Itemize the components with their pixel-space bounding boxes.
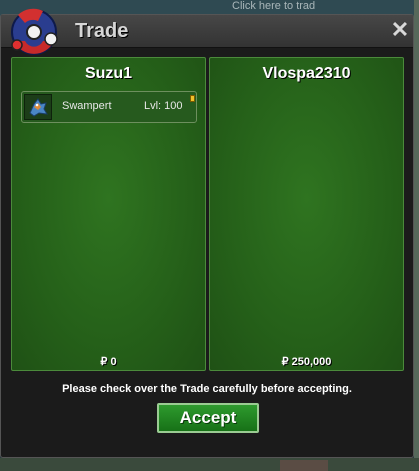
close-button[interactable]: ✕	[389, 18, 411, 42]
background-hint-text: Click here to trad	[232, 0, 316, 12]
swampert-sprite-icon	[24, 94, 52, 120]
trade-window: Trade ✕ Suzu1 Swampert Lvl: 100 ₽ 0 Vlos…	[0, 8, 414, 458]
player-name-left: Suzu1	[84, 65, 133, 82]
your-offer-panel: Suzu1 Swampert Lvl: 100 ₽ 0	[11, 57, 206, 371]
money-left: ₽ 0	[100, 356, 117, 368]
partner-offer-panel: Vlospa2310 ₽ 250,000	[209, 57, 404, 371]
pokemon-name: Swampert	[62, 100, 112, 112]
trade-notice: Please check over the Trade carefully be…	[62, 383, 352, 395]
background-right-edge	[414, 0, 419, 471]
held-item-icon	[190, 95, 195, 102]
background-tile	[280, 460, 328, 471]
money-right: ₽ 250,000	[281, 356, 332, 368]
window-title: Trade	[75, 20, 129, 42]
trade-pokemon-slot[interactable]: Swampert Lvl: 100	[21, 91, 197, 123]
pokemon-level: Lvl: 100	[144, 100, 183, 112]
pokeball-logo-icon	[11, 8, 58, 55]
accept-button[interactable]: Accept	[157, 403, 259, 433]
background-ground	[0, 458, 419, 471]
player-name-right: Vlospa2310	[262, 65, 351, 82]
